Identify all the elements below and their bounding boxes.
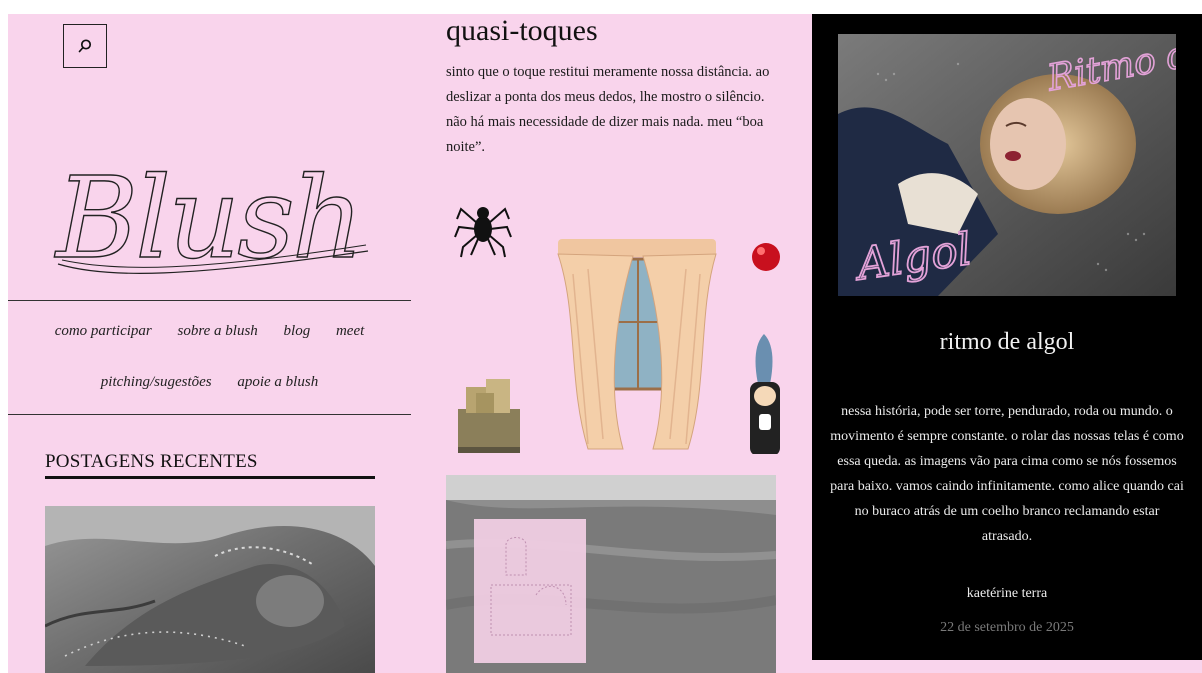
post-thumbnail[interactable] [446,475,776,673]
recent-post-image [45,506,375,673]
nav-link-como-participar[interactable]: como participar [55,323,152,339]
page: Blush como participar sobre a blush blog… [8,14,1202,673]
site-logo[interactable]: Blush [48,139,378,289]
main-nav-row-2: pitching/sugestões apoie a blush [8,374,411,391]
featured-post[interactable]: Ritmo de Algol ritmo de algol nessa hist… [812,14,1202,660]
post-title[interactable]: quasi-toques [446,14,598,48]
featured-post-title[interactable]: ritmo de algol [812,329,1202,356]
search-button[interactable] [63,24,107,68]
nav-link-sobre-a-blush[interactable]: sobre a blush [178,323,258,339]
recent-posts-heading: POSTAGENS RECENTES [45,451,258,472]
post-collage[interactable] [438,194,788,456]
featured-post-author[interactable]: kaetérine terra [812,586,1202,602]
collage-image [454,207,780,456]
fountain-sticker [458,379,520,453]
recent-posts-underline [45,476,375,479]
search-icon [78,39,92,53]
main-nav-row-1: como participar sobre a blush blog meet [8,323,411,340]
featured-image: Ritmo de Algol [838,34,1176,296]
featured-post-description: nessa história, pode ser torre, pendurad… [830,404,1184,544]
nav-link-meet[interactable]: meet [336,323,364,339]
nav-link-blog[interactable]: blog [284,323,311,339]
nav-link-apoie[interactable]: apoie a blush [237,374,318,390]
divider-top [8,300,411,301]
nav-link-pitching[interactable]: pitching/sugestões [101,374,212,390]
recent-post-thumbnail[interactable] [45,506,375,673]
featured-post-date: 22 de setembro de 2025 [940,620,1074,635]
curtain-window-sticker [557,239,717,450]
divider-bottom [8,414,411,415]
post-excerpt: sinto que o toque restitui meramente nos… [446,64,770,155]
featured-post-image[interactable]: Ritmo de Algol [838,34,1176,296]
post-thumbnail-image [446,475,776,673]
spider-sticker [454,207,512,258]
red-ball-sticker [752,243,780,271]
logo-wordmark: Blush [53,153,369,285]
lamp-sticker [750,334,780,456]
